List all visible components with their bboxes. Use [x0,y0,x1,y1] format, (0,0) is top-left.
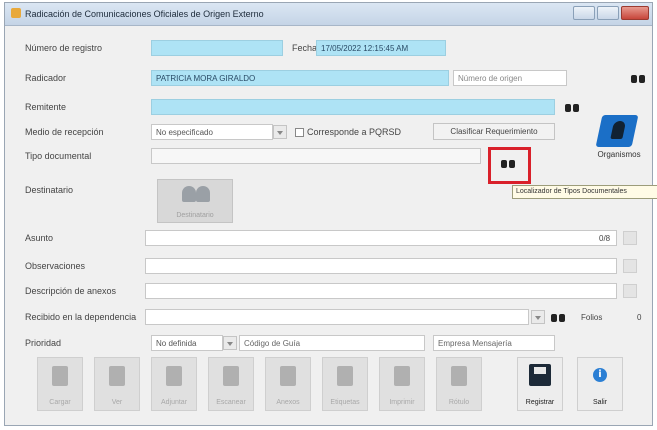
anexos-tool-label: Anexos [276,399,300,406]
info-icon: i [593,368,607,382]
remitente-search-icon[interactable] [565,102,579,114]
destinatario-label: Destinatario [25,185,74,195]
etiquetas-label: Etiquetas [330,399,360,406]
radicacion-window: Radicación de Comunicaciones Oficiales d… [4,2,657,426]
recibido-dependencia-field[interactable] [145,309,529,325]
numero-registro-label: Número de registro [25,43,103,53]
anexos-button[interactable]: Anexos [265,357,311,411]
salir-button[interactable]: i Salir [577,357,623,411]
minimize-button[interactable] [573,6,595,20]
search-highlight-box [488,147,531,184]
medio-recepcion-label: Medio de recepción [25,127,104,137]
numero-registro-field[interactable] [151,40,283,56]
etiquetas-button[interactable]: Etiquetas [322,357,368,411]
observaciones-icon[interactable] [623,259,637,273]
cargar-button[interactable]: Cargar [37,357,83,411]
tipo-documental-tooltip: Localizador de Tipos Documentales [512,185,657,199]
radicador-label: Radicador [25,73,67,83]
maximize-button[interactable] [597,6,619,20]
imprimir-label: Imprimir [389,399,415,406]
empresa-mensajeria-field[interactable]: Empresa Mensajería [433,335,555,351]
adjuntar-icon [166,366,182,386]
salir-label: Salir [592,399,607,406]
destinatario-button[interactable]: Destinatario [157,179,233,223]
tipo-documental-label: Tipo documental [25,151,92,161]
ver-label: Ver [111,399,123,406]
rotulo-label: Rótulo [448,399,470,406]
organismos-button[interactable]: Organismos [591,113,647,169]
pqrsd-checkbox[interactable] [295,128,304,137]
folios-label: Folios [581,313,603,322]
radicador-field[interactable]: PATRICIA MORA GIRALDO [151,70,449,86]
prioridad-label: Prioridad [25,338,62,348]
person-icon [196,186,210,202]
folios-value[interactable]: 0 [637,313,641,322]
asunto-char-count: 0/8 [599,234,611,243]
window-title: Radicación de Comunicaciones Oficiales d… [25,9,264,19]
adjuntar-button[interactable]: Adjuntar [151,357,197,411]
organismos-label: Organismos [597,150,641,159]
rotulo-icon [451,366,467,386]
close-button[interactable] [621,6,649,20]
escanear-button[interactable]: Escanear [208,357,254,411]
escanear-label: Escanear [216,399,246,406]
remitente-label: Remitente [25,102,67,112]
destinatario-button-label: Destinatario [176,212,214,219]
save-icon [529,364,551,386]
cargar-label: Cargar [49,399,71,406]
imprimir-button[interactable]: Imprimir [379,357,425,411]
pqrsd-label: Corresponde a PQRSD [307,127,402,137]
asunto-field[interactable] [145,230,617,246]
registrar-button[interactable]: Registrar [517,357,563,411]
descripcion-anexos-field[interactable] [145,283,617,299]
observaciones-field[interactable] [145,258,617,274]
ver-button[interactable]: Ver [94,357,140,411]
adjuntar-label: Adjuntar [160,399,188,406]
fecha-field[interactable]: 17/05/2022 12:15:45 AM [316,40,446,56]
app-icon [11,8,21,18]
person-icon [182,186,196,202]
anexos-tool-icon [280,366,296,386]
escanear-icon [223,366,239,386]
observaciones-label: Observaciones [25,261,86,271]
registrar-label: Registrar [525,399,555,406]
recibido-dependencia-dropdown-icon[interactable] [531,310,545,324]
rotulo-button[interactable]: Rótulo [436,357,482,411]
clasificar-requerimiento-button[interactable]: Clasificar Requerimiento [433,123,555,140]
dependencia-search-icon[interactable] [551,312,565,324]
descripcion-anexos-label: Descripción de anexos [25,286,117,296]
title-bar: Radicación de Comunicaciones Oficiales d… [5,3,652,26]
medio-recepcion-select[interactable]: No especificado [151,124,273,140]
remitente-field[interactable] [151,99,555,115]
cargar-icon [52,366,68,386]
fecha-label: Fecha [292,43,318,53]
ver-icon [109,366,125,386]
numero-origen-field[interactable]: Número de origen [453,70,567,86]
organismos-icon [595,115,639,147]
prioridad-dropdown-icon[interactable] [223,336,237,350]
recibido-dependencia-label: Recibido en la dependencia [25,312,137,322]
asunto-spellcheck-icon[interactable] [623,231,637,245]
tipo-documental-field[interactable] [151,148,481,164]
codigo-guia-field[interactable]: Código de Guía [239,335,425,351]
numero-origen-search-icon[interactable] [631,73,645,85]
asunto-label: Asunto [25,233,54,243]
imprimir-icon [394,366,410,386]
anexos-icon[interactable] [623,284,637,298]
etiquetas-icon [337,366,353,386]
medio-recepcion-dropdown-icon[interactable] [273,125,287,139]
prioridad-select[interactable]: No definida [151,335,223,351]
